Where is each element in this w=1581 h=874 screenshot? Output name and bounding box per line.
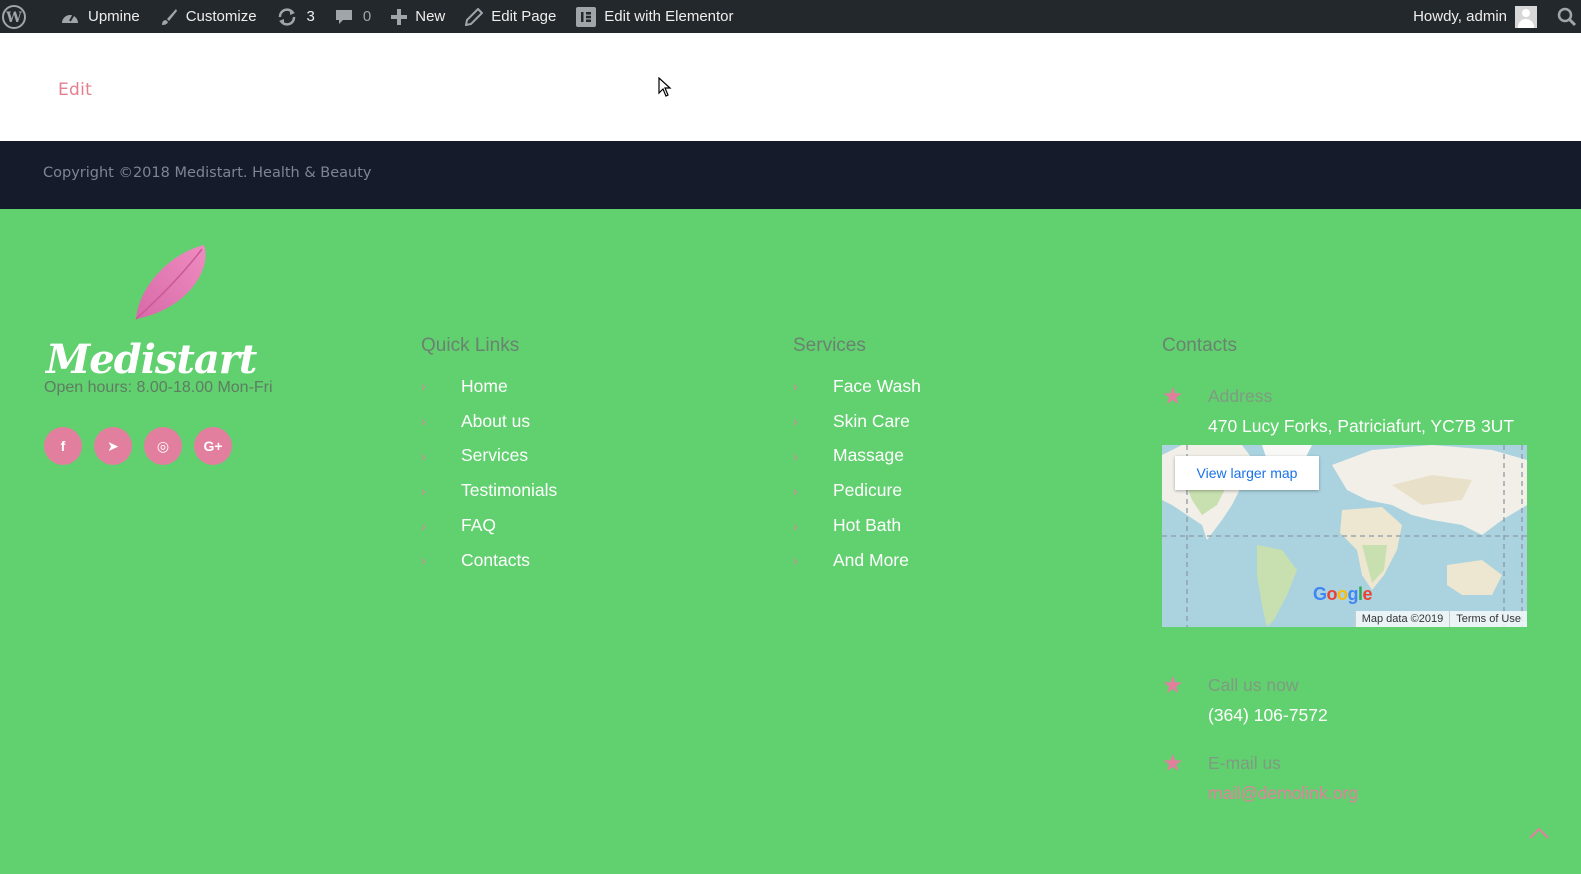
site-footer: Medistart Open hours: 8.00-18.00 Mon-Fri… [0, 209, 1581, 874]
chevron-right-icon: › [421, 482, 426, 499]
copyright-text: Copyright ©2018 Medistart. Health & Beau… [43, 165, 372, 181]
open-hours: Open hours: 8.00-18.00 Mon-Fri [44, 379, 273, 396]
map-data-label: Map data ©2019 [1354, 611, 1450, 627]
service-link-pedicure[interactable]: › Pedicure [793, 473, 921, 508]
service-link-face-wash[interactable]: › Face Wash [793, 369, 921, 404]
email-link[interactable]: mail@demolink.org [1208, 783, 1358, 804]
pencil-icon [465, 7, 484, 26]
chevron-right-icon: › [793, 413, 798, 430]
service-link-hot-bath[interactable]: › Hot Bath [793, 508, 921, 543]
chevron-right-icon: › [793, 552, 798, 569]
copyright-bar: Copyright ©2018 Medistart. Health & Beau… [0, 141, 1581, 209]
terms-of-use-link[interactable]: Terms of Use [1449, 611, 1527, 627]
email-label: E-mail us [1208, 753, 1281, 773]
wp-admin-bar: W Upmine Customize 3 0 New Edit Page Edi… [0, 0, 1581, 33]
quick-link-faq[interactable]: › FAQ [421, 508, 557, 543]
wordpress-icon: W [2, 4, 26, 29]
instagram-icon[interactable]: ◎ [144, 427, 182, 465]
edit-with-elementor-menu[interactable]: Edit with Elementor [566, 0, 743, 33]
dashboard-icon [60, 8, 80, 26]
new-content-menu[interactable]: New [381, 0, 455, 33]
updates-icon [277, 7, 297, 26]
chevron-right-icon: › [421, 517, 426, 534]
address-value: 470 Lucy Forks, Patriciafurt, YC7B 3UT [1208, 416, 1515, 436]
svg-text:W: W [5, 10, 22, 26]
search-menu[interactable] [1547, 0, 1581, 33]
new-label: New [415, 8, 446, 25]
chevron-up-icon[interactable] [1527, 825, 1551, 841]
address-label: Address [1208, 386, 1273, 406]
services-title: Services [793, 335, 866, 356]
search-icon [1557, 7, 1577, 27]
brand-name[interactable]: Medistart [46, 336, 257, 383]
updates-menu[interactable]: 3 [267, 0, 325, 33]
telegram-icon[interactable]: ➤ [94, 427, 132, 465]
site-name-menu[interactable]: Upmine [50, 0, 150, 33]
quick-link-home[interactable]: › Home [421, 369, 557, 404]
howdy-label: Howdy, admin [1413, 8, 1507, 25]
service-link-massage[interactable]: › Massage [793, 439, 921, 474]
quick-links-title: Quick Links [421, 335, 520, 356]
star-icon: ★ [1162, 672, 1184, 699]
edit-page-menu[interactable]: Edit Page [455, 0, 566, 33]
chevron-right-icon: › [793, 378, 798, 395]
star-icon: ★ [1162, 750, 1184, 777]
quick-link-testimonials[interactable]: › Testimonials [421, 473, 557, 508]
updates-count: 3 [306, 8, 315, 25]
customize-menu[interactable]: Customize [150, 0, 267, 33]
edit-area: Edit [0, 33, 1581, 141]
call-label: Call us now [1208, 675, 1299, 695]
social-links: f ➤ ◎ G+ [44, 427, 232, 465]
google-logo: Google [1313, 584, 1373, 604]
leaf-logo-icon [135, 245, 206, 320]
google-plus-icon[interactable]: G+ [194, 427, 232, 465]
comment-icon [335, 8, 353, 26]
chevron-right-icon: › [421, 447, 426, 464]
chevron-right-icon: › [793, 447, 798, 464]
comments-menu[interactable]: 0 [325, 0, 381, 33]
quick-link-services[interactable]: › Services [421, 439, 557, 474]
avatar [1515, 5, 1537, 28]
chevron-right-icon: › [793, 482, 798, 499]
edit-elementor-label: Edit with Elementor [604, 8, 734, 25]
plus-icon [391, 8, 408, 25]
paintbrush-icon [160, 8, 178, 26]
quick-link-about[interactable]: › About us [421, 404, 557, 439]
facebook-icon[interactable]: f [44, 427, 82, 465]
wordpress-logo-menu[interactable]: W [0, 0, 36, 33]
site-name-label: Upmine [88, 8, 140, 25]
chevron-right-icon: › [421, 413, 426, 430]
phone-value[interactable]: (364) 106-7572 [1208, 705, 1328, 726]
quick-links-list: › Home › About us › Services › Testimonials … [421, 369, 557, 578]
service-link-skin-care[interactable]: › Skin Care [793, 404, 921, 439]
comments-count: 0 [362, 8, 372, 25]
customize-label: Customize [185, 8, 257, 25]
star-icon: ★ [1162, 383, 1184, 410]
edit-link[interactable]: Edit [58, 80, 92, 100]
chevron-right-icon: › [421, 378, 426, 395]
services-list: › Face Wash › Skin Care › Massage › Pedicure… [793, 369, 921, 578]
quick-link-contacts[interactable]: › Contacts [421, 543, 557, 578]
mouse-cursor-icon [658, 77, 672, 97]
view-larger-map-button[interactable]: View larger map [1175, 456, 1319, 490]
map-footer: Map data ©2019 Terms of Use [1354, 611, 1527, 627]
chevron-right-icon: › [793, 517, 798, 534]
service-link-and-more[interactable]: › And More [793, 543, 921, 578]
contacts-title: Contacts [1162, 335, 1237, 356]
my-account-menu[interactable]: Howdy, admin [1403, 0, 1547, 33]
google-map[interactable]: View larger map Google Map data ©2019 Te… [1162, 445, 1527, 627]
edit-page-label: Edit Page [491, 8, 557, 25]
elementor-icon [576, 6, 597, 27]
chevron-right-icon: › [421, 552, 426, 569]
